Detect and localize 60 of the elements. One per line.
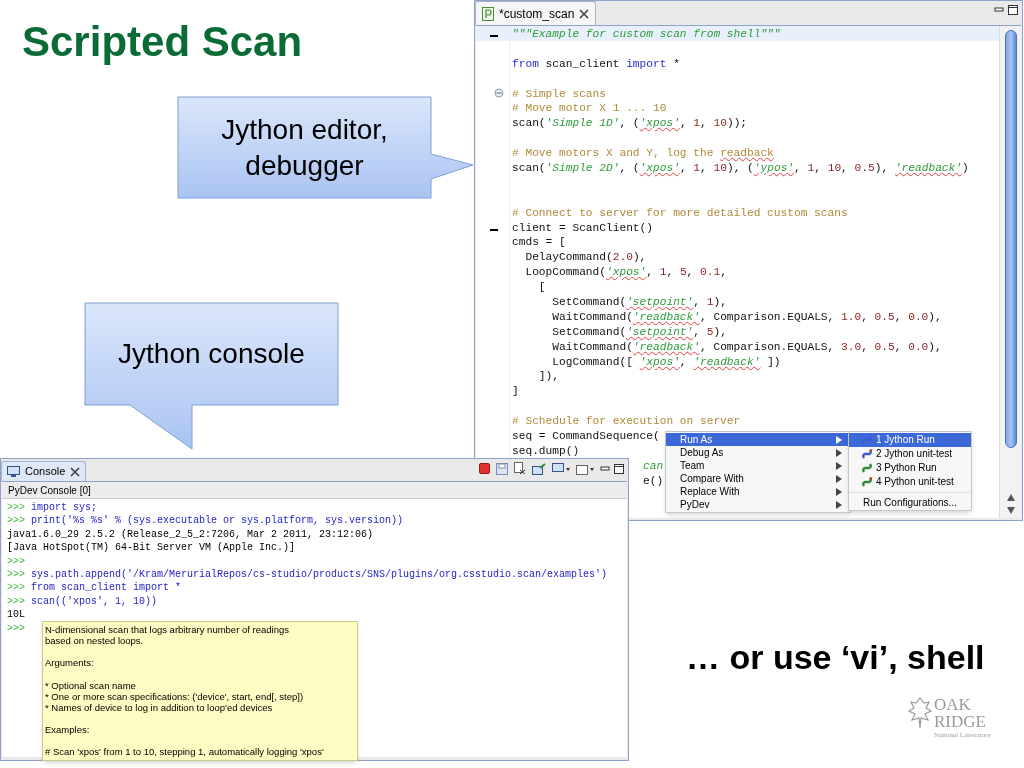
code-line: can xyxy=(643,459,664,472)
menu-item[interactable]: 4 Python unit-test xyxy=(849,475,971,489)
code-line: client = ScanClient() xyxy=(512,221,653,234)
code-line: ] xyxy=(512,385,519,398)
code-line: e() xyxy=(643,474,664,487)
menu-item[interactable]: Compare With xyxy=(666,472,850,485)
code-line: # Schedule for execution on server xyxy=(512,415,741,428)
console-line: >>> from scan_client import * xyxy=(7,582,182,594)
code-line: from scan_client import * xyxy=(512,57,680,70)
callout-text: Jython editor, debugger xyxy=(220,112,389,183)
code-line: [ xyxy=(537,281,546,294)
console-line: 10L xyxy=(7,609,25,621)
code-line: scan('Simple 2D', ('xpos', 1, 10), ('ypos', 1, 10, 0.5), 'readback') xyxy=(512,162,969,174)
code-line: DelayCommand(2.0), xyxy=(524,251,647,264)
menu-item[interactable]: 3 Python Run xyxy=(849,461,971,475)
console-line: java1.6.0_29 2.5.2 (Release_2_5_2:7206, Mar 2 2011, 23:12:06) xyxy=(7,528,374,540)
tooltip-text: # Scan 'xpos' from 1 to 10, stepping 1, automatically logging 'xpos' xyxy=(45,746,325,758)
code-line: cmds = [ xyxy=(512,236,566,249)
callout-text: Jython console xyxy=(118,337,305,371)
code-line: seq = CommandSequence( xyxy=(512,430,660,443)
code-line: scan('Simple 1D', ('xpos', 1, 10)); xyxy=(512,117,748,130)
code-line: WaitCommand('readback', Comparison.EQUALS, 3.0, 0.5, 0.0), xyxy=(551,340,942,353)
console-line: >>> scan(('xpos', 1, 10)) xyxy=(7,595,158,607)
console-line: >>> print('%s %s' % (sys.executable or sys.platform, sys.version)) xyxy=(7,515,404,527)
menu-item[interactable]: Run As xyxy=(666,433,850,446)
code-line: LogCommand([ 'xpos', 'readback' ]) xyxy=(551,355,781,368)
code-line: LoopCommand('xpos', 1, 5, 0.1, xyxy=(524,266,727,279)
menu-item[interactable]: Run Configurations... xyxy=(849,496,971,509)
code-line: ]), xyxy=(537,370,559,383)
code-line: """Example for custom scan from shell""" xyxy=(512,28,781,40)
tooltip-text: Arguments: xyxy=(45,657,95,669)
menu-item[interactable]: 2 Jython unit-test xyxy=(849,447,971,461)
console-line: >>> import sys; xyxy=(7,502,98,513)
console-line: >>> sys.path.append('/Kram/MerurialRepos/cs-studio/products/SNS/plugins/org.csstudio.scan/examples') xyxy=(7,568,608,580)
slide-subtitle: … or use ‘vi’, shell xyxy=(686,638,985,676)
menu-item[interactable]: PyDev xyxy=(666,498,850,511)
console-line: >>> xyxy=(7,622,25,634)
console-line: >>> xyxy=(7,555,25,567)
code-line: SetCommand('setpoint', 1), xyxy=(551,296,727,309)
code-line: SetCommand('setpoint', 5), xyxy=(551,325,727,338)
code-line: # Simple scans xyxy=(512,87,606,100)
console-tab[interactable]: Console xyxy=(1,461,87,481)
tooltip-text: * Optional scan name * One or more scan specifications: ('device', start, end[, step]) * Names of device to log in addition to loop'ed devices xyxy=(45,679,305,714)
slide-title: Scripted Scan xyxy=(22,18,303,66)
code-line: # Move motor X 1 ... 10 xyxy=(512,102,667,115)
code-line: # Move motors X and Y, log the readback xyxy=(512,147,774,160)
logo-text: OAK xyxy=(934,696,972,713)
code-line: # Connect to server for more detailed custom scans xyxy=(512,206,848,219)
menu-item[interactable]: 1 Jython Run xyxy=(849,433,971,447)
code-line: seq.dump() xyxy=(512,444,580,457)
console-line: [Java HotSpot(TM) 64-Bit Server VM (Apple Inc.)] xyxy=(7,542,296,554)
editor-tab[interactable]: *custom_scan xyxy=(475,1,597,25)
tooltip-text: N-dimensional scan that logs arbitrary number of readings based on nested loops. xyxy=(45,624,290,647)
tooltip-text: Examples: xyxy=(45,724,91,736)
code-line: WaitCommand('readback', Comparison.EQUALS, 1.0, 0.5, 0.0), xyxy=(551,310,942,323)
menu-item[interactable]: Team xyxy=(666,459,850,472)
menu-item[interactable]: Debug As xyxy=(666,446,850,459)
console-header: PyDev Console [0] xyxy=(8,483,91,498)
menu-item[interactable]: Replace With xyxy=(666,485,850,498)
logo-text: RIDGE xyxy=(934,713,987,730)
